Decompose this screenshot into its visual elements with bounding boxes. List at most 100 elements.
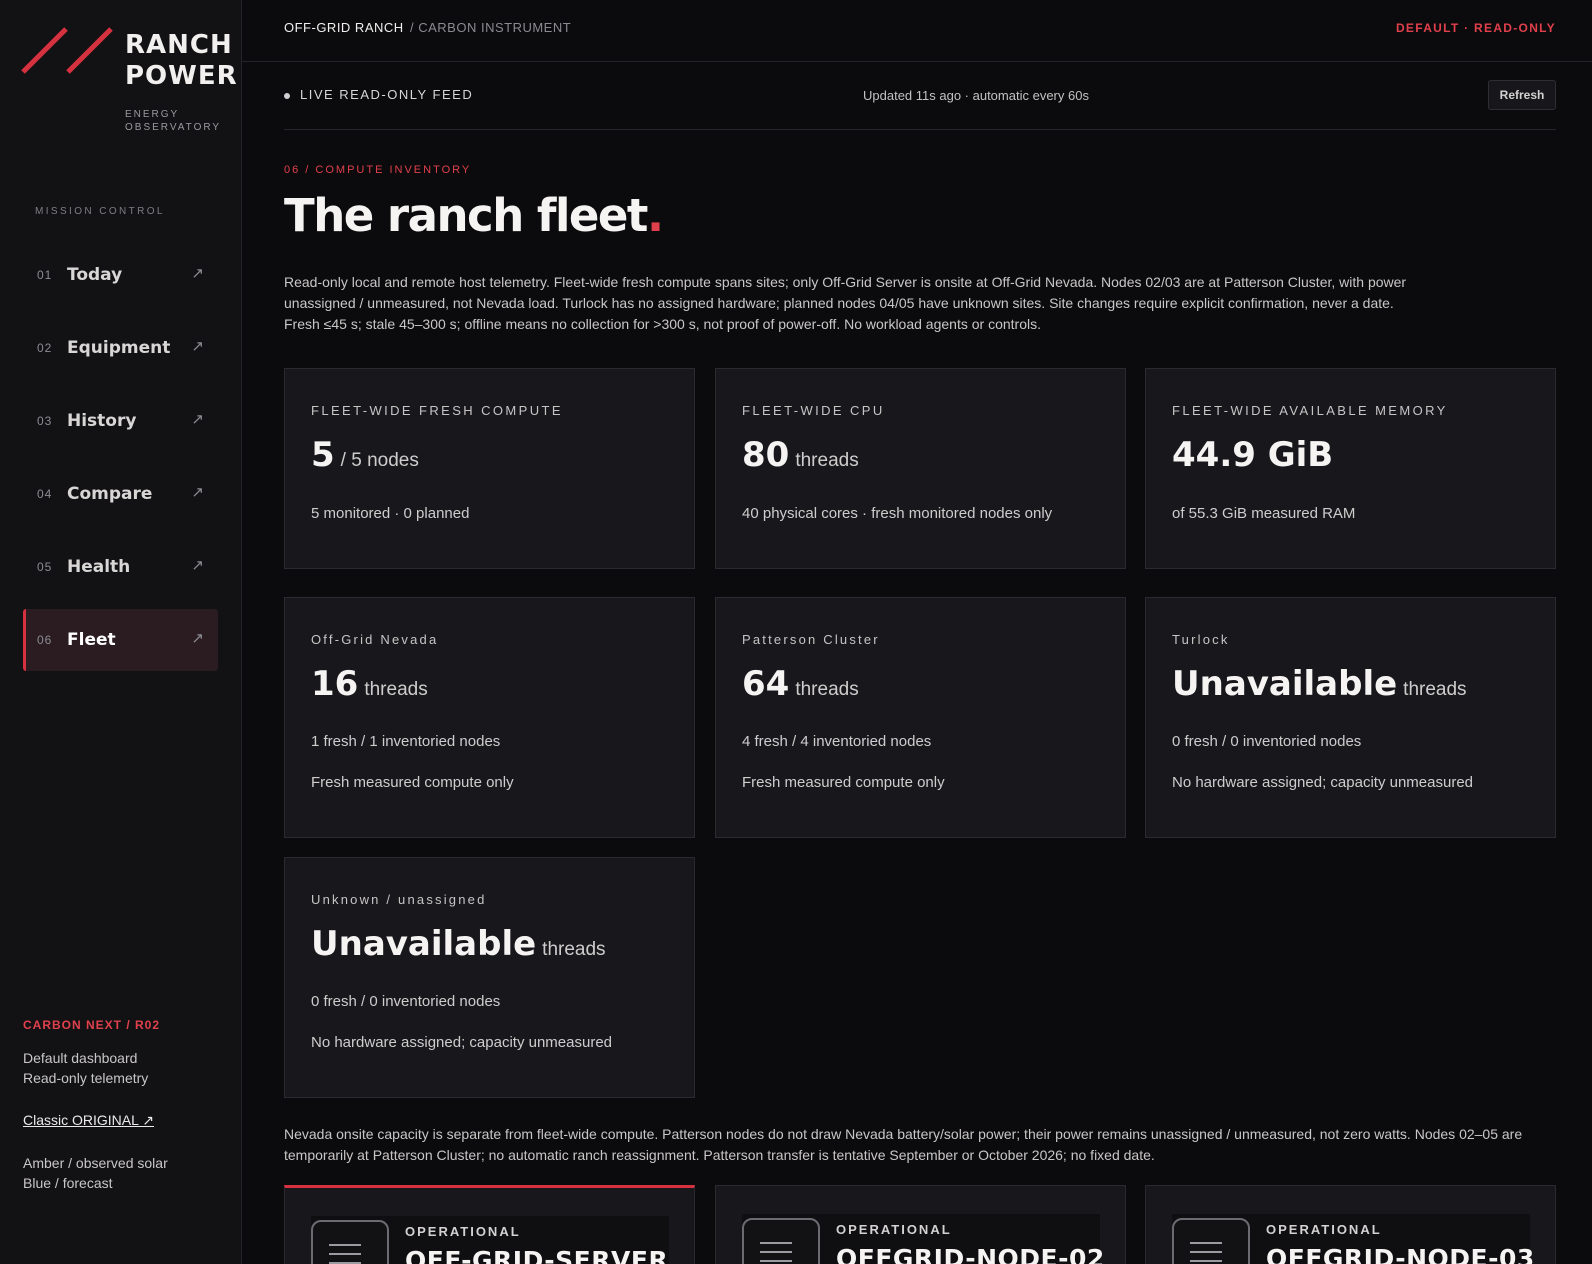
site-name: Off-Grid Nevada	[311, 632, 439, 647]
capacity-footnote: Nevada onsite capacity is separate from …	[284, 1126, 1523, 1163]
feed-label: LIVE READ-ONLY FEED	[300, 87, 474, 102]
summary-card-memory: FLEET-WIDE AVAILABLE MEMORY 44.9 GiB of …	[1145, 368, 1556, 569]
brand-subtitle-line: ENERGY	[125, 109, 180, 120]
live-dot-icon	[284, 93, 290, 99]
node-card-header: OPERATIONAL OFF-GRID-SERVER	[311, 1216, 669, 1264]
node-count: 1 fresh / 1 inventoried nodes	[311, 733, 501, 750]
sidebar-item-equipment[interactable]: 02 Equipment ↗	[23, 317, 218, 379]
site-note: No hardware assigned; capacity unmeasure…	[311, 1034, 613, 1051]
card-detail: of 55.3 GiB measured RAM	[1172, 505, 1356, 522]
card-value: 44.9 GiB	[1172, 435, 1339, 475]
sidebar: RANCH POWER ENERGY OBSERVATORY MISSION C…	[0, 0, 242, 1264]
page-title-dot: .	[646, 189, 664, 242]
sidebar-item-health[interactable]: 05 Health ↗	[23, 536, 218, 598]
nav-number: 04	[37, 487, 53, 501]
node-name: OFFGRID-NODE-02	[836, 1244, 1105, 1264]
sidebar-item-history[interactable]: 03 History ↗	[23, 390, 218, 452]
breadcrumb-home[interactable]: OFF-GRID RANCH	[284, 20, 404, 35]
server-icon	[1172, 1218, 1250, 1264]
node-card-offgrid-node-02[interactable]: OPERATIONAL OFFGRID-NODE-02	[715, 1185, 1126, 1264]
logo-slashes-icon	[21, 27, 113, 74]
node-status: OPERATIONAL	[836, 1222, 952, 1237]
card-value: 16 threads	[311, 664, 428, 704]
site-card-off-grid-nevada: Off-Grid Nevada 16 threads 1 fresh / 1 in…	[284, 597, 695, 838]
sidebar-item-compare[interactable]: 04 Compare ↗	[23, 463, 218, 525]
node-card-off-grid-server[interactable]: OPERATIONAL OFF-GRID-SERVER	[284, 1185, 695, 1264]
site-note: Fresh measured compute only	[742, 774, 945, 791]
nav-number: 02	[37, 341, 53, 355]
nav-number: 06	[37, 633, 53, 647]
card-value: Unavailable threads	[311, 924, 606, 964]
card-value: 64 threads	[742, 664, 859, 704]
legend-line: Amber / observed solar	[23, 1155, 168, 1171]
nav-number: 05	[37, 560, 53, 574]
site-name: Unknown / unassigned	[311, 892, 487, 907]
site-name: Patterson Cluster	[742, 632, 880, 647]
site-note: Fresh measured compute only	[311, 774, 514, 791]
arrow-up-right-icon: ↗	[191, 265, 204, 282]
node-name: OFF-GRID-SERVER	[405, 1246, 669, 1264]
node-status: OPERATIONAL	[405, 1224, 521, 1239]
site-note: No hardware assigned; capacity unmeasure…	[1172, 774, 1474, 791]
intro-text: Read-only local and remote host telemetr…	[284, 274, 1407, 332]
node-status: OPERATIONAL	[1266, 1222, 1382, 1237]
page-title: The ranch fleet.	[284, 186, 664, 246]
brand-title[interactable]: RANCH POWER	[125, 30, 238, 92]
nav-label: Fleet	[67, 630, 116, 650]
node-count: 4 fresh / 4 inventoried nodes	[742, 733, 932, 750]
page-title-text: The ranch fleet	[284, 189, 648, 242]
node-count: 0 fresh / 0 inventoried nodes	[1172, 733, 1362, 750]
nav-section-label: MISSION CONTROL	[35, 206, 165, 217]
site-card-patterson-cluster: Patterson Cluster 64 threads 4 fresh / 4 …	[715, 597, 1126, 838]
updated-status: Updated 11s ago · automatic every 60s	[863, 88, 1089, 103]
arrow-up-right-icon: ↗	[191, 484, 204, 501]
brand-title-line: RANCH	[125, 30, 233, 60]
summary-card-cpu: FLEET-WIDE CPU 80 threads 40 physical cor…	[715, 368, 1126, 569]
card-value: 5/ 5 nodes	[311, 435, 419, 475]
top-bar: OFF-GRID RANCH / CARBON INSTRUMENT DEFAU…	[242, 0, 1592, 62]
arrow-up-right-icon: ↗	[191, 338, 204, 355]
node-count: 0 fresh / 0 inventoried nodes	[311, 993, 501, 1010]
version-label: CARBON NEXT / R02	[23, 1018, 161, 1032]
card-detail: 5 monitored · 0 planned	[311, 505, 470, 522]
card-eyebrow: FLEET-WIDE FRESH COMPUTE	[311, 403, 563, 418]
value-number: 64	[742, 664, 790, 704]
brand-subtitle-line: OBSERVATORY	[125, 122, 222, 133]
value-number: 44.9 GiB	[1172, 435, 1334, 475]
card-value: Unavailable threads	[1172, 664, 1467, 704]
server-icon	[742, 1218, 820, 1264]
node-card-header: OPERATIONAL OFFGRID-NODE-03	[1172, 1214, 1534, 1264]
arrow-up-right-icon: ↗	[191, 557, 204, 574]
feed-bar: LIVE READ-ONLY FEED Updated 11s ago · au…	[284, 62, 1556, 130]
value-unit: threads	[795, 450, 859, 471]
value-number: Unavailable	[311, 924, 537, 964]
refresh-button[interactable]: Refresh	[1488, 80, 1556, 110]
main-content: LIVE READ-ONLY FEED Updated 11s ago · au…	[284, 62, 1556, 1264]
nav-label: Compare	[67, 484, 153, 504]
nav-label: Today	[67, 265, 123, 285]
node-name: OFFGRID-NODE-03	[1266, 1244, 1535, 1264]
classic-original-link[interactable]: Classic ORIGINAL ↗	[23, 1112, 154, 1129]
breadcrumb-current: / CARBON INSTRUMENT	[410, 20, 572, 35]
site-card-unknown: Unknown / unassigned Unavailable threads …	[284, 857, 695, 1098]
arrow-up-right-icon: ↗	[191, 630, 204, 647]
value-unit: threads	[364, 679, 428, 700]
arrow-up-right-icon: ↗	[191, 411, 204, 428]
nav-number: 03	[37, 414, 53, 428]
nav-label: Health	[67, 557, 131, 577]
value-unit: threads	[542, 939, 606, 960]
card-eyebrow: FLEET-WIDE CPU	[742, 403, 885, 418]
mode-badge: DEFAULT · READ-ONLY	[1395, 21, 1556, 35]
value-unit: / 5 nodes	[340, 450, 419, 471]
section-eyebrow: 06 / COMPUTE INVENTORY	[284, 164, 472, 176]
sidebar-footer: CARBON NEXT / R02 Default dashboard Read…	[23, 1018, 223, 1193]
nav-label: History	[67, 411, 137, 431]
legend-line: Blue / forecast	[23, 1175, 113, 1191]
site-name: Turlock	[1172, 632, 1230, 647]
value-unit: threads	[795, 679, 859, 700]
sidebar-item-today[interactable]: 01 Today ↗	[23, 244, 218, 306]
nav-label: Equipment	[67, 338, 171, 358]
node-card-offgrid-node-03[interactable]: OPERATIONAL OFFGRID-NODE-03	[1145, 1185, 1556, 1264]
node-card-header: OPERATIONAL OFFGRID-NODE-02	[742, 1214, 1104, 1264]
sidebar-item-fleet[interactable]: 06 Fleet ↗	[23, 609, 218, 671]
